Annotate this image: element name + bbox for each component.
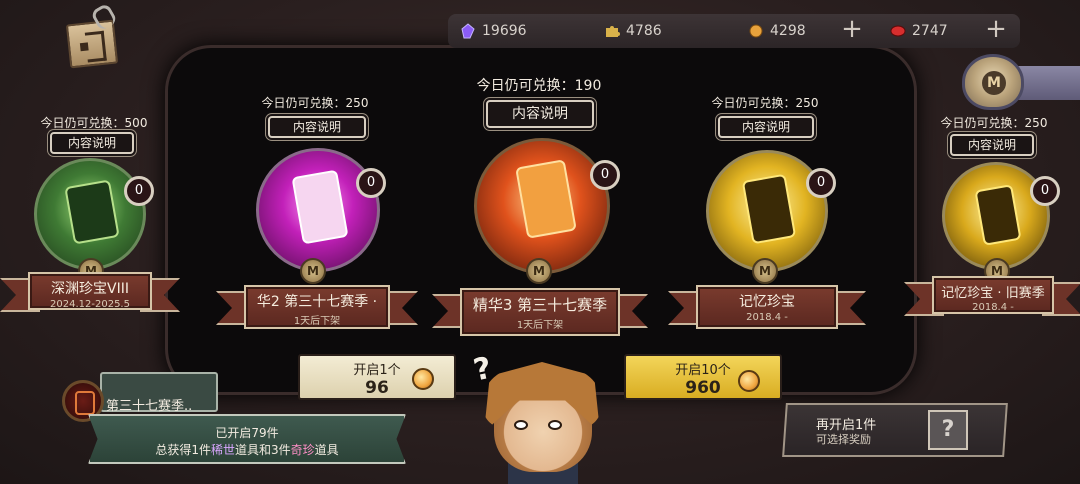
clue-bulb-icon	[412, 368, 434, 390]
character-eye-right	[548, 420, 562, 430]
reward-line2: 可选择奖励	[816, 433, 871, 446]
essence2-orb[interactable]	[256, 148, 380, 272]
clue-bulb-icon	[738, 370, 760, 392]
summary-count: 1件	[191, 443, 211, 457]
item-date: 2018.4 -	[746, 312, 788, 323]
m-badge-icon: M	[752, 258, 778, 284]
puzzle-count: 4786	[626, 23, 662, 39]
rank-badge[interactable]: M	[962, 54, 1024, 110]
red-echo-count: 2747	[912, 23, 948, 39]
currency-clue: 4298	[748, 19, 806, 43]
m-emblem-icon: M	[982, 71, 1006, 95]
add-red-button[interactable]: +	[984, 16, 1008, 42]
item-count: 0	[806, 168, 836, 198]
nameplate-selected: 精华3 第三十七赛季 1天后下架	[432, 288, 648, 336]
item-expiry: 1天后下架	[293, 316, 341, 327]
memory-card-icon	[741, 173, 797, 245]
currency-puzzle: 4786	[604, 19, 662, 43]
currency-red: 2747	[890, 19, 948, 43]
nameplate: 华2 第三十七赛季 · 1天后下架	[216, 285, 418, 329]
m-badge-icon: M	[526, 258, 552, 284]
item-expiry: 1天后下架	[516, 320, 564, 331]
desc-button[interactable]: 内容说明	[718, 116, 814, 138]
puzzle-icon	[606, 26, 620, 37]
quota-text: 今日仍可兑换：250	[711, 96, 819, 110]
red-echo-icon	[890, 25, 906, 37]
item-count: 0	[356, 168, 386, 198]
item-name: 记忆珍宝	[739, 294, 795, 310]
obtained-summary: 总获得1件稀世道具和3件奇珍道具	[88, 441, 406, 458]
quota-text: 今日仍可兑换：250	[261, 96, 369, 110]
rare-label: 稀世	[210, 443, 235, 457]
quota-text: 今日仍可兑换：190	[476, 78, 602, 94]
question-icon: ?	[941, 417, 955, 442]
item-name: 深渊珍宝VIII	[51, 281, 129, 297]
essence3-orb[interactable]	[474, 138, 610, 274]
nameplate-plate: 华2 第三十七赛季 · 1天后下架	[244, 285, 390, 329]
nameplate-plate: 深渊珍宝VIII 2024.12-2025.5	[28, 272, 152, 310]
essence-card-icon	[291, 169, 349, 245]
add-clue-button[interactable]: +	[840, 16, 864, 42]
nameplate: 深渊珍宝VIII 2024.12-2025.5	[0, 272, 180, 312]
abyss-treasure-orb[interactable]	[34, 158, 146, 270]
exit-button[interactable]	[65, 19, 119, 69]
character-eye-left	[514, 420, 528, 430]
desc-button[interactable]: 内容说明	[50, 132, 134, 154]
summary-count: 3件	[271, 443, 291, 457]
memory-card-icon	[974, 184, 1022, 246]
precious-label: 奇珍	[290, 443, 315, 457]
nameplate: 记忆珍宝 2018.4 -	[668, 285, 866, 329]
currency-purple-gem: 19696	[460, 19, 527, 43]
treasure-card-icon	[64, 179, 120, 245]
nameplate-plate: 记忆珍宝 · 旧赛季 2018.4 -	[932, 276, 1054, 314]
quota-text: 今日仍可兑换：250	[940, 116, 1048, 130]
clue-coin-icon	[749, 24, 763, 38]
item-date: 2024.12-2025.5	[50, 299, 130, 310]
clue-count: 4298	[770, 23, 806, 39]
desc-button[interactable]: 内容说明	[950, 134, 1034, 156]
purple-gem-icon	[461, 23, 475, 39]
item-count: 0	[124, 176, 154, 206]
desc-button[interactable]: 内容说明	[268, 116, 366, 138]
m-badge-icon: M	[300, 258, 326, 284]
nameplate-plate: 记忆珍宝 2018.4 -	[696, 285, 838, 329]
purple-gem-count: 19696	[482, 23, 527, 39]
essence-card-icon	[515, 159, 577, 239]
season-title: 第三十七赛季..	[106, 399, 193, 414]
summary-text: 道具	[314, 443, 339, 457]
item-count: 0	[590, 160, 620, 190]
summary-text: 总获得	[155, 443, 192, 457]
item-name: 精华3 第三十七赛季	[472, 296, 608, 314]
nameplate: 记忆珍宝 · 旧赛季 2018.4 -	[904, 276, 1080, 316]
item-name: 华2 第三十七赛季 ·	[256, 294, 378, 310]
item-count: 0	[1030, 176, 1060, 206]
quota-text: 今日仍可兑换：500	[40, 116, 148, 130]
desc-button[interactable]: 内容说明	[486, 100, 594, 128]
nameplate-plate: 精华3 第三十七赛季 1天后下架	[460, 288, 620, 336]
reward-slot[interactable]: ?	[928, 410, 968, 450]
memory-treasure-orb[interactable]	[706, 150, 828, 272]
item-name: 记忆珍宝 · 旧赛季	[941, 286, 1045, 301]
memory-treasure-old-orb[interactable]	[942, 162, 1050, 270]
opened-count: 已开启79件	[215, 426, 279, 440]
item-date: 2018.4 -	[972, 302, 1014, 313]
summary-text: 道具和	[234, 443, 271, 457]
exit-door-icon	[79, 42, 89, 52]
